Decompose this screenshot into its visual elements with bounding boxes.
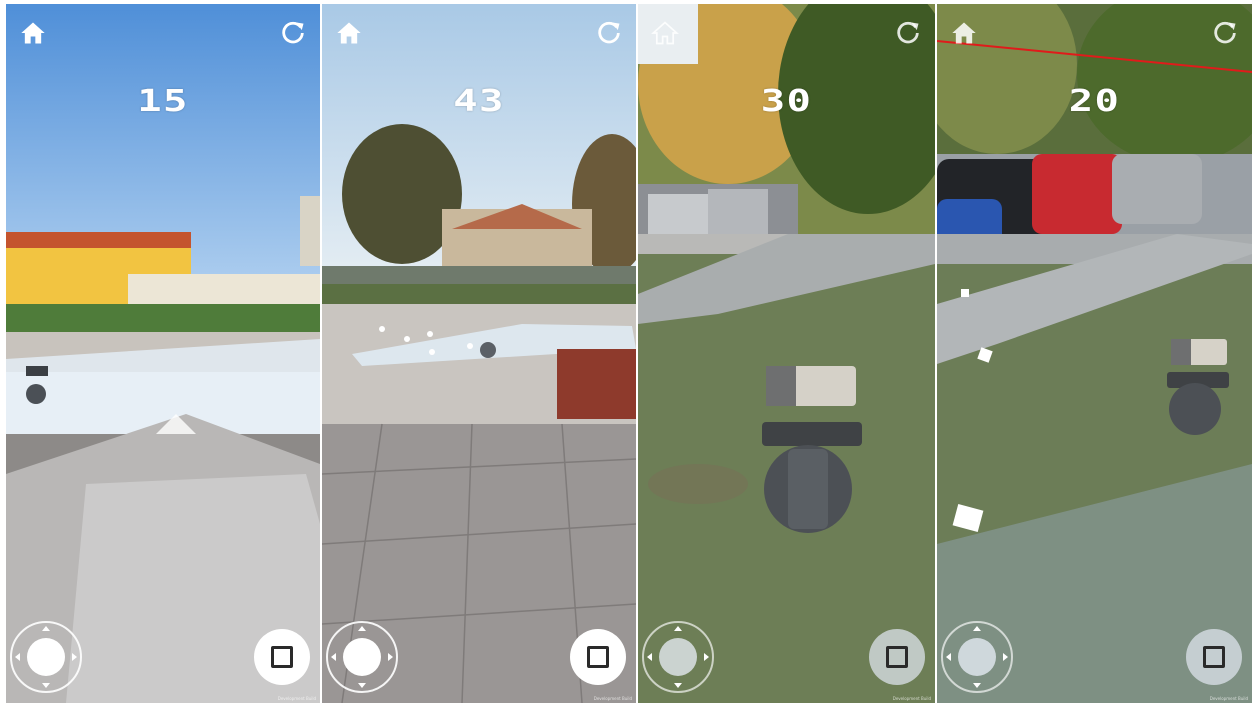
arrow-up-icon [42,626,50,631]
home-icon [337,22,361,44]
arrow-right-icon [72,653,77,661]
movement-joystick[interactable] [326,621,398,693]
arrow-down-icon [42,683,50,688]
arrow-down-icon [674,683,682,688]
build-credit: Development Build [277,696,316,701]
joystick-knob[interactable] [343,638,381,676]
score-counter: 30 [760,84,813,119]
ar-panel-3: 30 Development Build [638,4,935,703]
home-button[interactable] [949,18,979,48]
restart-button[interactable] [1210,18,1240,48]
restart-button[interactable] [893,18,923,48]
stop-square-icon [271,646,293,668]
arrow-down-icon [358,683,366,688]
score-counter: 15 [137,84,189,119]
ar-panel-1: 15 Development Build [6,4,320,703]
joystick-knob[interactable] [27,638,65,676]
joystick-knob[interactable] [659,638,697,676]
screenshot-strip: 15 Development Build 43 Development Buil… [0,0,1252,703]
build-credit: Development Build [892,696,931,701]
stop-square-icon [886,646,908,668]
restart-icon [897,21,919,44]
build-credit: Development Build [593,696,632,701]
stop-square-icon [1203,646,1225,668]
stop-button[interactable] [570,629,626,685]
ar-panel-4: 20 Development Build [937,4,1252,703]
movement-joystick[interactable] [941,621,1013,693]
restart-icon [598,21,620,44]
score-counter: 20 [1068,84,1121,119]
stop-square-icon [587,646,609,668]
joystick-knob[interactable] [958,638,996,676]
arrow-left-icon [331,653,336,661]
home-button[interactable] [334,18,364,48]
arrow-up-icon [674,626,682,631]
movement-joystick[interactable] [10,621,82,693]
arrow-left-icon [15,653,20,661]
arrow-down-icon [973,683,981,688]
build-credit: Development Build [1209,696,1248,701]
home-icon [21,22,45,44]
restart-button[interactable] [278,18,308,48]
movement-joystick[interactable] [642,621,714,693]
home-icon [952,22,976,44]
home-button[interactable] [18,18,48,48]
restart-icon [1214,21,1236,44]
stop-button[interactable] [869,629,925,685]
arrow-right-icon [704,653,709,661]
stop-button[interactable] [254,629,310,685]
arrow-up-icon [973,626,981,631]
arrow-right-icon [1003,653,1008,661]
arrow-left-icon [946,653,951,661]
home-button[interactable] [650,18,680,48]
ar-panel-2: 43 Development Build [322,4,636,703]
score-counter: 43 [453,84,505,119]
restart-button[interactable] [594,18,624,48]
arrow-up-icon [358,626,366,631]
arrow-left-icon [647,653,652,661]
restart-icon [282,21,304,44]
stop-button[interactable] [1186,629,1242,685]
arrow-right-icon [388,653,393,661]
home-icon [651,21,679,45]
